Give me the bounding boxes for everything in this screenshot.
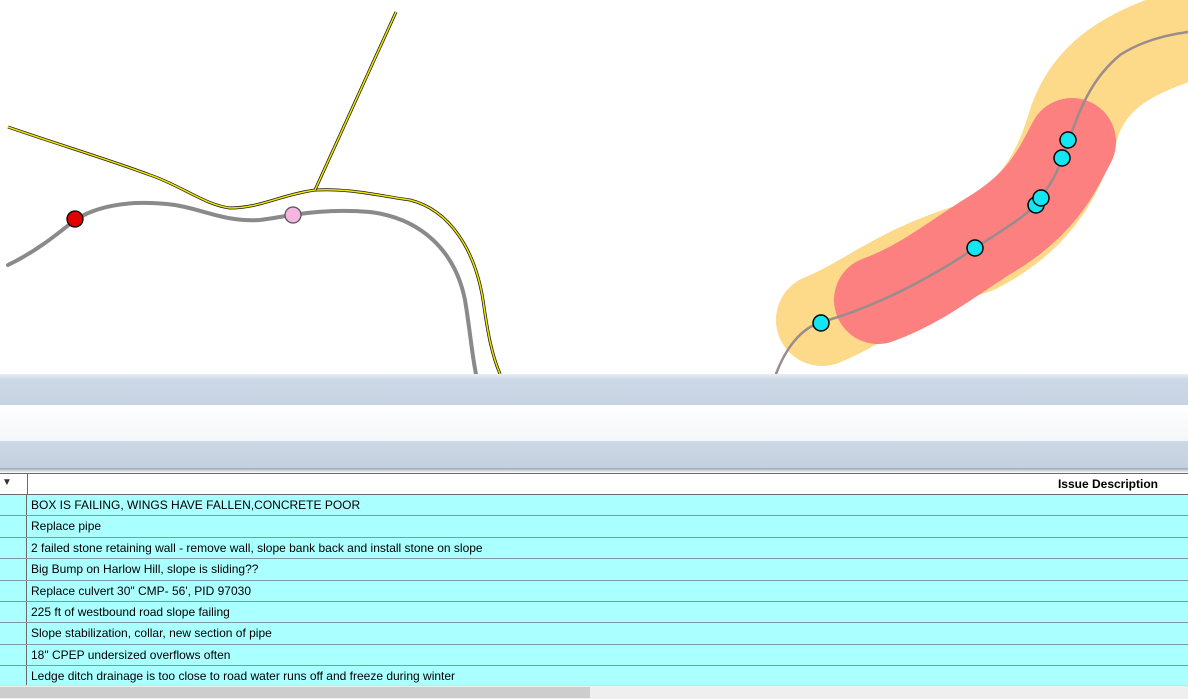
table-row[interactable]: 18" CPEP undersized overflows often <box>0 644 1188 667</box>
point-cyan-1[interactable] <box>812 314 830 332</box>
point-red[interactable] <box>66 210 84 228</box>
row-selector[interactable] <box>0 516 27 537</box>
row-selector[interactable] <box>0 559 27 580</box>
table-row[interactable]: Big Bump on Harlow Hill, slope is slidin… <box>0 559 1188 581</box>
issue-description-cell: BOX IS FAILING, WINGS HAVE FALLEN,CONCRE… <box>31 498 361 512</box>
sort-desc-icon[interactable]: ▼ <box>2 477 12 488</box>
boundary-line <box>7 125 502 374</box>
point-cyan-2[interactable] <box>966 239 984 257</box>
row-selector[interactable] <box>0 666 27 685</box>
horizontal-scrollbar[interactable] <box>0 685 1188 699</box>
column-header-issue-description[interactable]: Issue Description <box>1058 477 1158 491</box>
attribute-table[interactable]: ▼ Issue Description BOX IS FAILING, WING… <box>0 473 1188 685</box>
row-selector[interactable] <box>0 644 27 666</box>
point-cyan-4[interactable] <box>1032 189 1050 207</box>
issue-description-cell: 18" CPEP undersized overflows often <box>31 647 231 662</box>
table-row[interactable]: 2 failed stone retaining wall - remove w… <box>0 537 1188 560</box>
column-separator[interactable] <box>27 474 28 494</box>
row-selector[interactable] <box>0 580 27 601</box>
panel-title-bar <box>0 374 1188 405</box>
map-view[interactable] <box>0 0 1188 374</box>
table-row[interactable]: Slope stabilization, collar, new section… <box>0 623 1188 645</box>
boundary-line-fill <box>7 126 501 374</box>
point-cyan-6[interactable] <box>1059 131 1077 149</box>
issue-description-cell: Replace culvert 30" CMP- 56', PID 97030 <box>31 583 251 598</box>
table-row[interactable]: Ledge ditch drainage is too close to roa… <box>0 666 1188 685</box>
row-selector[interactable] <box>0 601 27 623</box>
issue-description-cell: Slope stabilization, collar, new section… <box>31 626 272 641</box>
point-pink[interactable] <box>284 206 302 224</box>
panel-subheader <box>0 441 1188 468</box>
issue-description-cell: Big Bump on Harlow Hill, slope is slidin… <box>31 562 259 577</box>
row-selector[interactable] <box>0 537 27 559</box>
issue-description-cell: Ledge ditch drainage is too close to roa… <box>31 669 456 684</box>
boundary-spur-fill <box>314 11 397 191</box>
scrollbar-thumb[interactable] <box>0 687 590 698</box>
row-selector[interactable] <box>0 623 27 644</box>
issue-description-cell: Replace pipe <box>31 519 102 534</box>
table-row[interactable]: Replace culvert 30" CMP- 56', PID 97030 <box>0 580 1188 602</box>
issue-description-cell: 225 ft of westbound road slope failing <box>31 604 230 619</box>
table-row[interactable]: BOX IS FAILING, WINGS HAVE FALLEN,CONCRE… <box>0 495 1188 517</box>
map-canvas[interactable] <box>0 0 1188 374</box>
table-body: BOX IS FAILING, WINGS HAVE FALLEN,CONCRE… <box>0 495 1188 685</box>
panel-toolbar <box>0 405 1188 441</box>
table-row[interactable]: Replace pipe <box>0 516 1188 538</box>
table-row[interactable]: 225 ft of westbound road slope failing <box>0 601 1188 624</box>
buffer-inner <box>834 98 1116 344</box>
point-cyan-5[interactable] <box>1053 149 1071 167</box>
row-selector[interactable] <box>0 495 27 516</box>
issue-description-cell: 2 failed stone retaining wall - remove w… <box>31 540 483 555</box>
road-left[interactable] <box>6 200 478 374</box>
table-header: ▼ Issue Description <box>0 473 1188 495</box>
